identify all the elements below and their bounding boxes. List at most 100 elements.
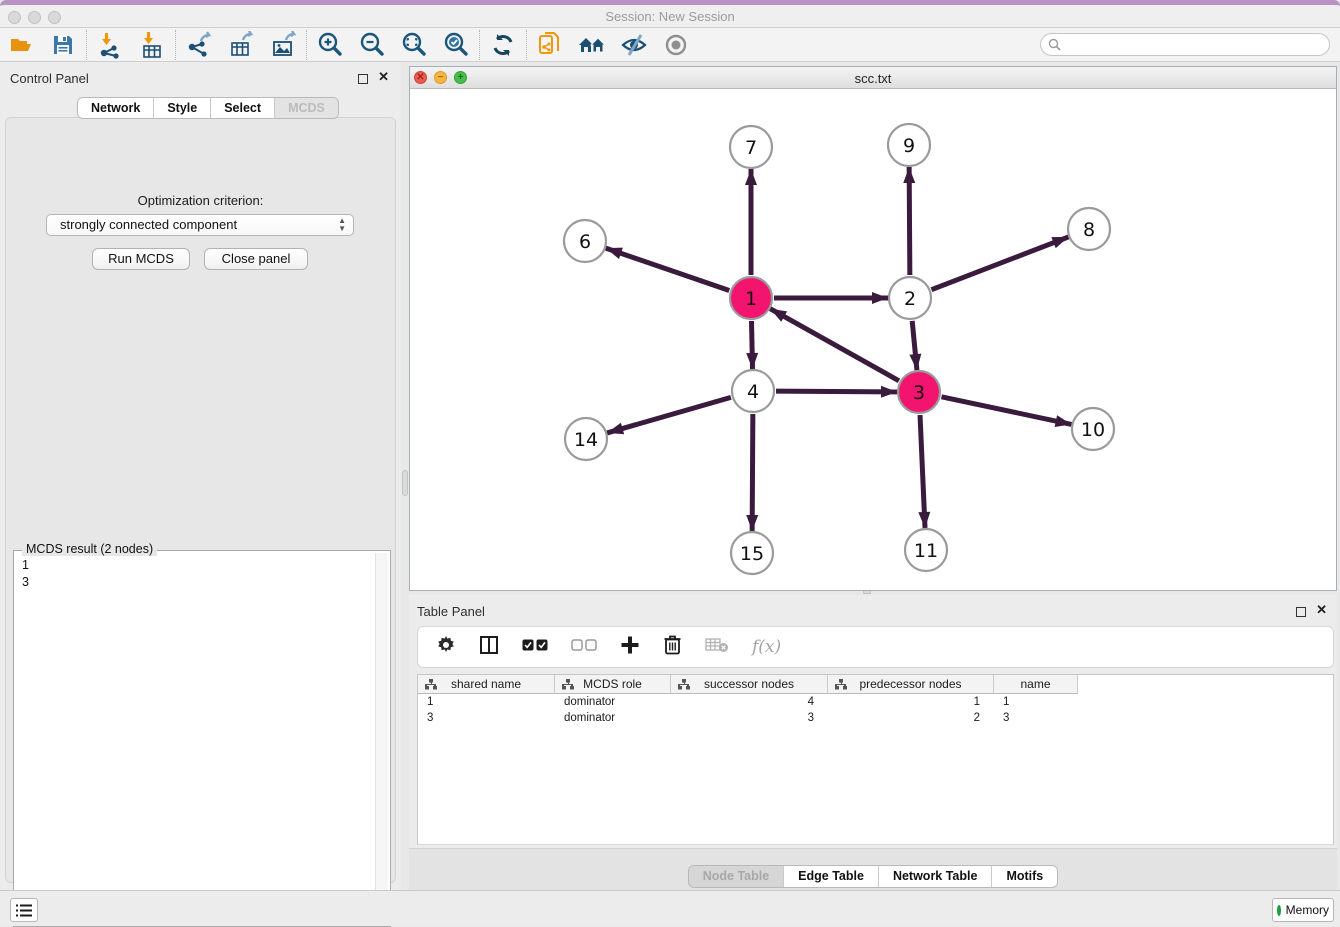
mcds-tab-content: Optimization criterion: strongly connect… (5, 117, 396, 883)
float-panel-icon[interactable] (358, 74, 368, 84)
graph-node-7[interactable]: 7 (730, 126, 772, 168)
mcds-result-title: MCDS result (2 nodes) (22, 542, 157, 556)
float-table-panel-icon[interactable] (1296, 607, 1306, 617)
save-session-icon[interactable] (42, 30, 84, 60)
zoom-in-icon[interactable] (309, 30, 351, 60)
cell-successor-nodes[interactable]: 3 (671, 710, 828, 726)
graph-edge-3-10[interactable] (941, 397, 1071, 425)
graph-node-4[interactable]: 4 (732, 370, 774, 412)
toolbar-separator (479, 30, 480, 60)
splitter-vertical-grip[interactable] (402, 470, 408, 496)
graph-edge-4-3[interactable] (776, 391, 897, 392)
export-table-icon[interactable] (220, 30, 262, 60)
graph-edge-3-1[interactable] (770, 309, 899, 381)
column-header-predecessor-nodes[interactable]: predecessor nodes (828, 675, 994, 694)
cell-name[interactable]: 1 (994, 694, 1078, 710)
column-label: predecessor nodes (859, 677, 961, 691)
import-table-icon[interactable] (131, 30, 173, 60)
network-canvas-svg[interactable]: 1 2 3 4 6 7 8 9 10 11 14 15 (410, 89, 1336, 590)
mcds-result-scrollbar[interactable] (375, 553, 388, 924)
graph-node-14[interactable]: 14 (565, 418, 607, 460)
hide-eye-icon[interactable] (613, 30, 655, 60)
table-row[interactable]: 1dominator411 (418, 694, 1078, 710)
column-header-successor-nodes[interactable]: successor nodes (671, 675, 828, 694)
column-tree-icon (835, 679, 847, 690)
split-columns-icon[interactable] (479, 635, 499, 660)
cell-MCDS-role[interactable]: dominator (555, 710, 671, 726)
import-network-icon[interactable] (89, 30, 131, 60)
graph-node-2[interactable]: 2 (889, 277, 931, 319)
task-history-button[interactable] (10, 898, 38, 922)
graph-node-1[interactable]: 1 (730, 277, 772, 319)
checked-boxes-icon[interactable] (522, 638, 548, 656)
table-toolbar: f(x) (417, 626, 1334, 668)
tab-style[interactable]: Style (153, 98, 210, 118)
memory-button[interactable]: Memory (1272, 898, 1334, 922)
node-table: shared name MCDS role successor nodes prede… (417, 674, 1334, 845)
open-file-icon[interactable] (0, 30, 42, 60)
cell-shared-name[interactable]: 3 (418, 710, 555, 726)
zoom-out-icon[interactable] (351, 30, 393, 60)
run-mcds-button[interactable]: Run MCDS (92, 248, 190, 270)
refresh-layout-icon[interactable] (482, 30, 524, 60)
graph-node-15[interactable]: 15 (731, 532, 773, 574)
graph-node-10[interactable]: 10 (1072, 408, 1114, 450)
mcds-result-text[interactable]: 13 (16, 555, 374, 924)
criterion-dropdown[interactable]: strongly connected component ▲▼ (46, 214, 354, 236)
search-input[interactable] (1040, 33, 1330, 56)
trash-icon[interactable] (663, 634, 682, 660)
network-window-titlebar[interactable]: ✕ − + scc.txt (410, 67, 1336, 89)
close-table-panel-icon[interactable]: ✕ (1316, 603, 1327, 616)
close-panel-icon[interactable]: ✕ (378, 70, 389, 83)
column-header-MCDS-role[interactable]: MCDS role (555, 675, 671, 694)
cell-successor-nodes[interactable]: 4 (671, 694, 828, 710)
column-tree-icon (562, 679, 574, 690)
memory-label: Memory (1286, 903, 1329, 917)
gear-icon[interactable] (436, 635, 456, 660)
show-eye-icon[interactable] (655, 30, 697, 60)
column-header-shared-name[interactable]: shared name (418, 675, 555, 694)
plus-icon[interactable] (620, 635, 640, 660)
clone-network-icon[interactable] (529, 30, 571, 60)
cell-predecessor-nodes[interactable]: 1 (828, 694, 994, 710)
zoom-fit-icon[interactable] (393, 30, 435, 60)
graph-node-label: 11 (914, 540, 938, 562)
graph-edge-1-4[interactable] (751, 321, 752, 369)
export-image-icon[interactable] (262, 30, 304, 60)
unchecked-boxes-icon[interactable] (571, 638, 597, 656)
column-header-name[interactable]: name (994, 675, 1078, 694)
control-panel: Control Panel ✕ NetworkStyleSelectMCDS O… (0, 62, 401, 890)
graph-edge-4-15[interactable] (752, 414, 753, 531)
export-network-icon[interactable] (178, 30, 220, 60)
graph-node-9[interactable]: 9 (888, 124, 930, 166)
graph-node-6[interactable]: 6 (564, 220, 606, 262)
tab-network[interactable]: Network (78, 98, 153, 118)
graph-edge-4-14[interactable] (607, 397, 731, 433)
tab-motifs[interactable]: Motifs (991, 866, 1057, 887)
houses-icon[interactable] (571, 30, 613, 60)
cell-shared-name[interactable]: 1 (418, 694, 555, 710)
graph-node-label: 14 (574, 429, 598, 451)
zoom-selected-icon[interactable] (435, 30, 477, 60)
cell-name[interactable]: 3 (994, 710, 1078, 726)
cell-predecessor-nodes[interactable]: 2 (828, 710, 994, 726)
tab-network-table[interactable]: Network Table (878, 866, 992, 887)
table-row[interactable]: 3dominator323 (418, 710, 1078, 726)
tab-select[interactable]: Select (210, 98, 274, 118)
graph-edge-2-9[interactable] (909, 167, 910, 275)
memory-status-icon (1277, 905, 1281, 916)
graph-edge-3-11[interactable] (920, 415, 925, 528)
cell-MCDS-role[interactable]: dominator (555, 694, 671, 710)
graph-node-label: 1 (745, 288, 757, 310)
graph-edge-2-3[interactable] (912, 321, 917, 370)
graph-edge-2-8[interactable] (931, 237, 1068, 290)
column-label: MCDS role (583, 677, 642, 691)
graph-node-8[interactable]: 8 (1068, 208, 1110, 250)
tab-edge-table[interactable]: Edge Table (783, 866, 878, 887)
graph-node-3[interactable]: 3 (898, 371, 940, 413)
graph-edge-1-6[interactable] (606, 248, 729, 290)
close-panel-button[interactable]: Close panel (204, 248, 308, 270)
graph-node-label: 3 (913, 382, 925, 404)
graph-node-11[interactable]: 11 (905, 529, 947, 571)
window-title: Session: New Session (0, 9, 1340, 24)
